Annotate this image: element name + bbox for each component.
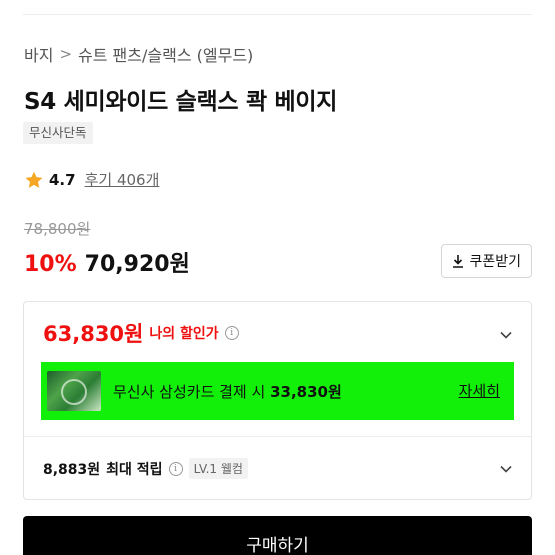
card-promo-prefix: 무신사 삼성카드 결제 시 <box>113 382 271 401</box>
star-icon <box>25 171 43 188</box>
coupon-button-label: 쿠폰받기 <box>469 254 521 270</box>
points-amount: 8,883원 <box>43 461 101 478</box>
card-promo-text: 무신사 삼성카드 결제 시 33,830원 <box>113 381 342 402</box>
rating-score: 4.7 <box>49 170 76 189</box>
discount-rate: 10% <box>24 252 77 277</box>
download-icon <box>453 255 464 268</box>
top-divider <box>23 14 532 15</box>
chevron-down-icon[interactable] <box>499 328 513 342</box>
reviews-link[interactable]: 후기 406개 <box>85 169 160 190</box>
chevron-right-icon: > <box>59 45 73 63</box>
benefit-card: 63,830원 나의 할인가 i 무신사 삼성카드 결제 시 33,830원 자… <box>23 301 532 500</box>
max-points: 8,883원 최대 적립 i LV.1 웰컴 <box>43 458 248 479</box>
my-discount-price: 63,830원 나의 할인가 i <box>43 318 239 348</box>
breadcrumb-item-slacks[interactable]: 슈트 팬츠/슬랙스 (엘무드) <box>78 42 253 66</box>
coupon-button[interactable]: 쿠폰받기 <box>441 244 532 278</box>
level-badge: LV.1 웰컴 <box>188 458 248 479</box>
points-label: 최대 적립 <box>106 461 163 478</box>
sale-price: 70,920원 <box>84 252 190 277</box>
original-price: 78,800원 <box>24 220 91 238</box>
breadcrumb-item-pants[interactable]: 바지 <box>24 42 53 66</box>
card-divider <box>24 436 531 437</box>
my-price-label: 나의 할인가 <box>149 326 219 342</box>
breadcrumb: 바지 > 슈트 팬츠/슬랙스 (엘무드) <box>24 42 253 66</box>
price-row: 10% 70,920원 <box>24 246 190 278</box>
card-promo-amount: 33,830원 <box>270 382 342 401</box>
buy-button[interactable]: 구매하기 <box>23 516 532 555</box>
rating: 4.7 후기 406개 <box>24 169 159 190</box>
chevron-down-icon[interactable] <box>499 462 513 476</box>
product-title: S4 세미와이드 슬랙스 콱 베이지 <box>24 89 338 115</box>
info-icon[interactable]: i <box>224 326 239 340</box>
my-price-amount: 63,830원 <box>43 322 144 346</box>
card-promo-banner[interactable]: 무신사 삼성카드 결제 시 33,830원 자세히 <box>41 362 514 420</box>
info-icon[interactable]: i <box>168 461 183 476</box>
card-detail-link[interactable]: 자세히 <box>459 380 500 401</box>
card-image <box>47 371 101 411</box>
exclusive-badge: 무신사단독 <box>23 122 93 144</box>
